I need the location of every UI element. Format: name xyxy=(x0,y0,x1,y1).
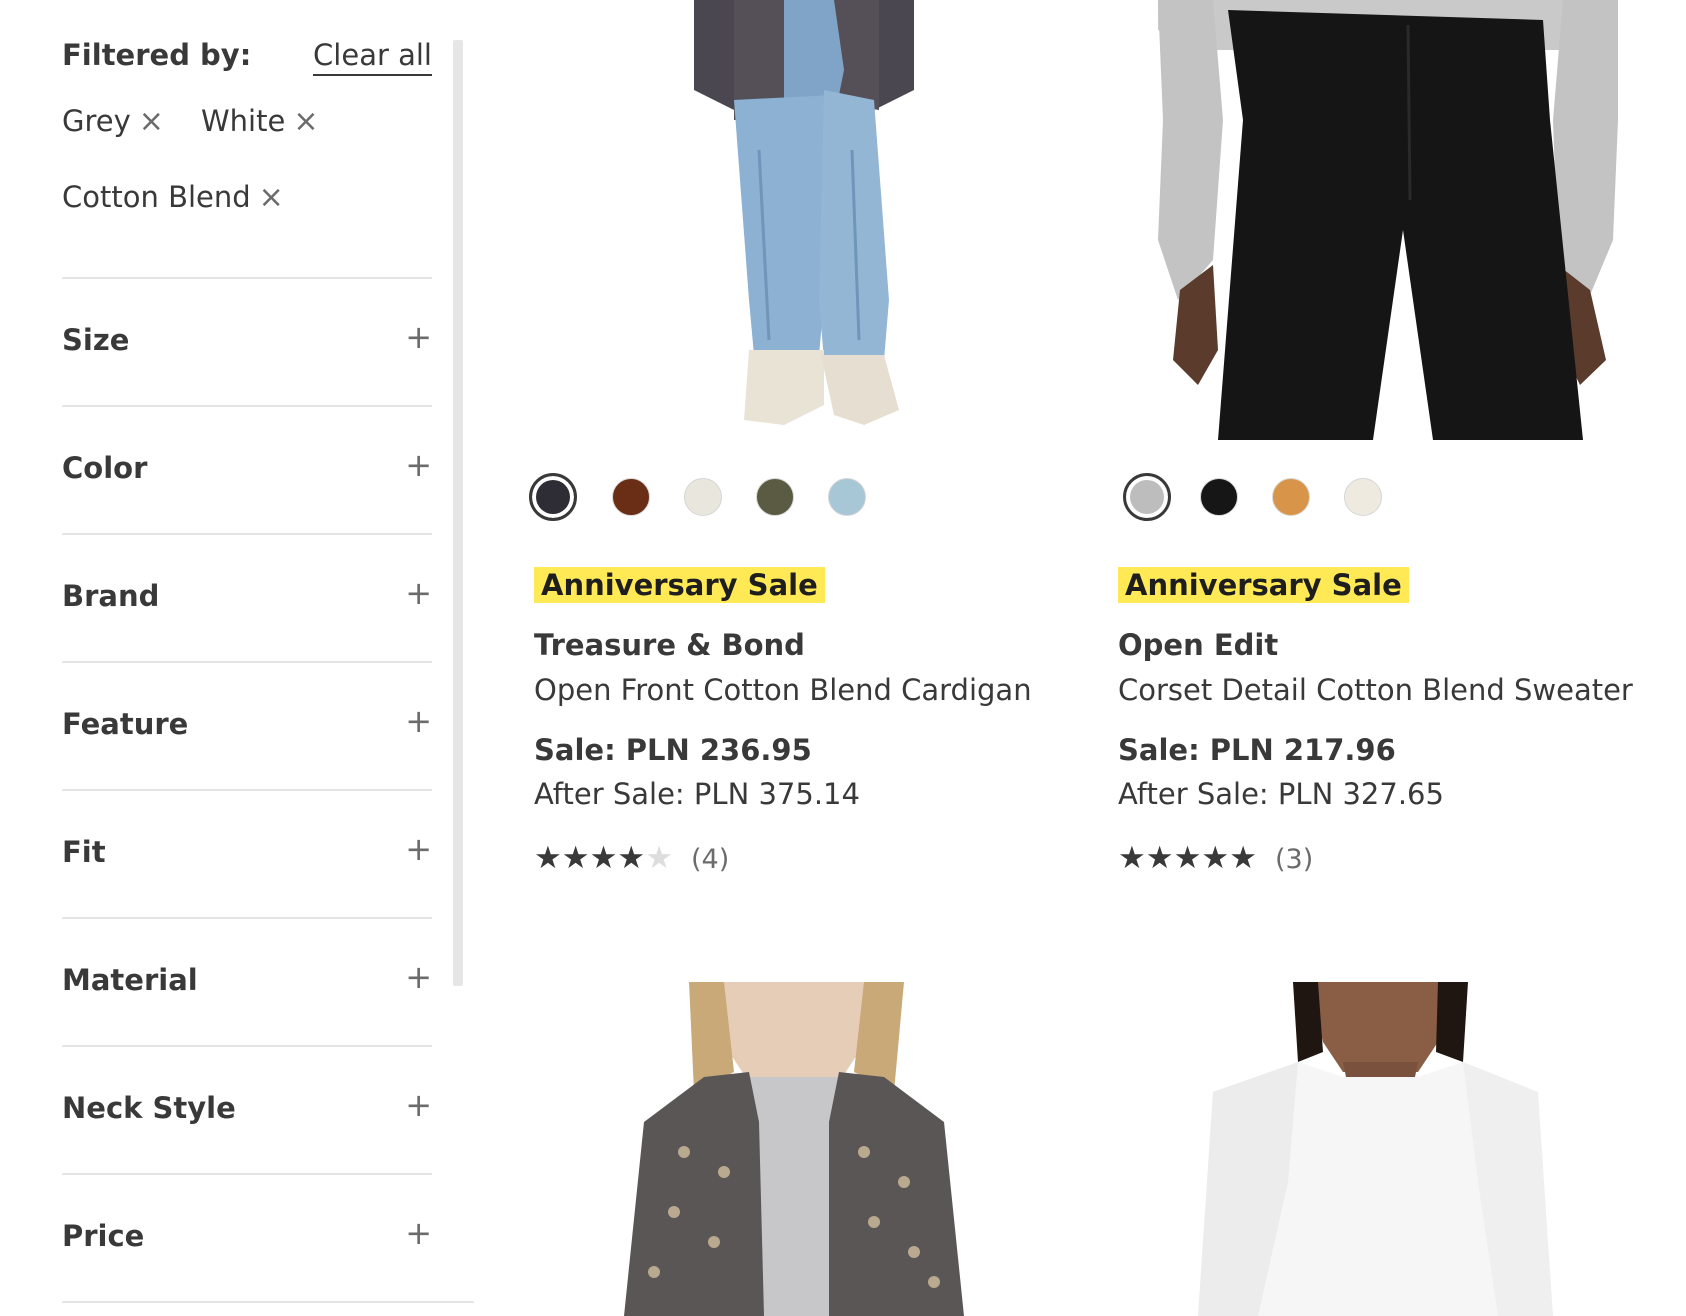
star-rating[interactable]: ★★★★★ (3) xyxy=(1118,840,1313,876)
facet-label: Price xyxy=(62,1219,145,1253)
clear-all-link[interactable]: Clear all xyxy=(313,38,432,76)
product-image[interactable] xyxy=(1118,982,1658,1316)
star-filled-icon: ★ xyxy=(1229,840,1257,876)
plus-icon[interactable]: + xyxy=(405,449,432,481)
sale-badge: Anniversary Sale xyxy=(534,567,825,603)
facet-label: Color xyxy=(62,451,148,485)
product-photo-black-pants xyxy=(1158,0,1618,440)
product-brand[interactable]: Open Edit xyxy=(1118,628,1278,662)
close-icon[interactable]: × xyxy=(293,104,318,139)
product-image[interactable] xyxy=(1118,0,1658,440)
review-count[interactable]: (4) xyxy=(691,844,729,875)
facet-label: Size xyxy=(62,323,130,357)
star-icons: ★★★★★ xyxy=(534,840,673,876)
plus-icon[interactable]: + xyxy=(405,321,432,353)
plus-icon[interactable]: + xyxy=(405,1217,432,1249)
facet-fit[interactable]: Fit + xyxy=(62,789,432,917)
product-card[interactable]: Anniversary Sale Open Edit Corset Detail… xyxy=(1118,0,1658,900)
facet-color[interactable]: Color + xyxy=(62,405,432,533)
filtered-by-header: Filtered by: Clear all xyxy=(62,34,432,84)
star-rating[interactable]: ★★★★★ (4) xyxy=(534,840,729,876)
color-swatch[interactable] xyxy=(1344,478,1382,516)
color-swatches xyxy=(529,473,934,526)
facet-label: Neck Style xyxy=(62,1091,236,1125)
product-image[interactable] xyxy=(534,982,1054,1316)
facet-label: Fit xyxy=(62,835,106,869)
after-sale-price: After Sale: PLN 375.14 xyxy=(534,777,860,811)
filter-chip-grey[interactable]: Grey × xyxy=(62,104,164,139)
facet-price[interactable]: Price + xyxy=(62,1173,432,1301)
star-filled-icon: ★ xyxy=(1118,840,1146,876)
product-name[interactable]: Corset Detail Cotton Blend Sweater xyxy=(1118,673,1633,707)
product-card[interactable] xyxy=(1118,982,1658,1316)
filter-chip-white[interactable]: White × xyxy=(201,104,318,139)
facet-neck-style[interactable]: Neck Style + xyxy=(62,1045,432,1173)
plus-icon[interactable]: + xyxy=(405,833,432,865)
filter-facets: Size + Color + Brand + Feature + Fit + Materi… xyxy=(62,277,474,1303)
facet-brand[interactable]: Brand + xyxy=(62,533,432,661)
sidebar-scrollbar[interactable] xyxy=(453,40,463,986)
sale-badge: Anniversary Sale xyxy=(1118,567,1409,603)
product-photo-white-sweater xyxy=(1198,982,1553,1316)
facet-material[interactable]: Material + xyxy=(62,917,432,1045)
star-filled-icon: ★ xyxy=(1201,840,1230,876)
product-name[interactable]: Open Front Cotton Blend Cardigan xyxy=(534,673,1032,707)
star-filled-icon: ★ xyxy=(589,840,618,876)
close-icon[interactable]: × xyxy=(259,180,284,215)
color-swatch[interactable] xyxy=(684,478,722,516)
product-card[interactable] xyxy=(534,982,1054,1316)
facet-label: Feature xyxy=(62,707,189,741)
star-filled-icon: ★ xyxy=(561,840,590,876)
plus-icon[interactable]: + xyxy=(405,705,432,737)
plus-icon[interactable]: + xyxy=(405,577,432,609)
star-filled-icon: ★ xyxy=(1173,840,1202,876)
review-count[interactable]: (3) xyxy=(1275,844,1313,875)
product-brand[interactable]: Treasure & Bond xyxy=(534,628,805,662)
facet-label: Material xyxy=(62,963,198,997)
plus-icon[interactable]: + xyxy=(405,961,432,993)
filter-chip-label: Grey xyxy=(62,104,131,138)
after-sale-price: After Sale: PLN 327.65 xyxy=(1118,777,1444,811)
filter-chip-label: White xyxy=(201,104,286,138)
facet-feature[interactable]: Feature + xyxy=(62,661,432,789)
product-card[interactable]: Anniversary Sale Treasure & Bond Open Fr… xyxy=(529,0,1054,900)
star-empty-icon: ★ xyxy=(645,840,673,876)
color-swatch[interactable] xyxy=(612,478,650,516)
product-image[interactable] xyxy=(534,0,1054,440)
star-filled-icon: ★ xyxy=(617,840,646,876)
color-swatches xyxy=(1118,473,1518,526)
filter-chip-cotton-blend[interactable]: Cotton Blend × xyxy=(62,180,284,215)
color-swatch[interactable] xyxy=(1123,473,1171,521)
sale-price: Sale: PLN 217.96 xyxy=(1118,733,1396,767)
star-filled-icon: ★ xyxy=(534,840,562,876)
facet-size[interactable]: Size + xyxy=(62,277,432,405)
filter-sidebar: Filtered by: Clear all Grey × White × Cott… xyxy=(62,0,474,1316)
color-swatch[interactable] xyxy=(1200,478,1238,516)
color-swatch[interactable] xyxy=(529,473,577,521)
color-swatch[interactable] xyxy=(1272,478,1310,516)
plus-icon[interactable]: + xyxy=(405,1089,432,1121)
product-photo-patterned-cardigan xyxy=(624,982,964,1316)
close-icon[interactable]: × xyxy=(139,104,164,139)
product-photo-jeans xyxy=(694,0,914,425)
divider xyxy=(62,1301,474,1303)
facet-label: Brand xyxy=(62,579,160,613)
sale-price: Sale: PLN 236.95 xyxy=(534,733,812,767)
filter-chip-label: Cotton Blend xyxy=(62,180,251,214)
star-icons: ★★★★★ xyxy=(1118,840,1257,876)
color-swatch[interactable] xyxy=(756,478,794,516)
color-swatch[interactable] xyxy=(828,478,866,516)
filtered-by-label: Filtered by: xyxy=(62,38,252,72)
star-filled-icon: ★ xyxy=(1145,840,1174,876)
